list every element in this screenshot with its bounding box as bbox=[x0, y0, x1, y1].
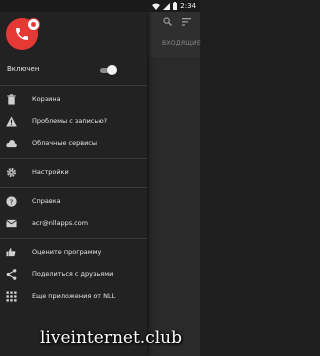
gear-icon bbox=[7, 168, 16, 177]
menu-item-cloud-services[interactable]: Облачные сервисы bbox=[0, 133, 147, 155]
battery-icon bbox=[173, 2, 178, 10]
navigation-drawer: Включен Корзина Проблемы с записью? Обла… bbox=[0, 12, 147, 356]
toggle-label: Включен bbox=[7, 65, 40, 73]
menu-item-label: Поделиться с друзьями bbox=[32, 270, 114, 278]
grid-icon bbox=[6, 291, 17, 302]
drawer-header bbox=[0, 12, 147, 58]
menu-item-settings[interactable]: Настройки bbox=[0, 162, 147, 184]
menu-item-recording-problems[interactable]: Проблемы с записью? bbox=[0, 111, 147, 133]
menu-item-share[interactable]: Поделиться с друзьями bbox=[0, 264, 147, 286]
menu-item-label: acr@nllapps.com bbox=[32, 219, 89, 227]
status-icons: 2:34 bbox=[152, 1, 196, 11]
help-icon: ? bbox=[6, 196, 17, 207]
recording-switch[interactable] bbox=[100, 65, 117, 75]
divider bbox=[0, 158, 147, 159]
recording-toggle-row[interactable]: Включен bbox=[0, 58, 147, 82]
menu-item-label: Настройки bbox=[32, 168, 69, 176]
menu-item-label: Справка bbox=[32, 197, 61, 205]
record-badge-icon bbox=[27, 18, 40, 31]
sort-icon[interactable] bbox=[182, 18, 191, 26]
share-icon bbox=[6, 269, 17, 280]
divider bbox=[0, 85, 147, 86]
menu-item-label: Корзина bbox=[32, 95, 61, 103]
signal-icon bbox=[163, 2, 171, 10]
svg-text:?: ? bbox=[10, 197, 14, 206]
thumbs-icon bbox=[6, 248, 16, 257]
switch-knob bbox=[107, 65, 117, 75]
menu-item-email[interactable]: acr@nllapps.com bbox=[0, 213, 147, 235]
search-icon[interactable] bbox=[163, 17, 172, 26]
app-toolbar bbox=[147, 12, 200, 57]
tab-inbox[interactable]: ВХОДЯЩИЕ bbox=[162, 40, 201, 47]
status-bar: 2:34 bbox=[0, 0, 200, 12]
watermark-text: liveinternet.club bbox=[40, 328, 182, 348]
app-logo bbox=[6, 18, 40, 50]
menu-item-more-apps[interactable]: Еще приложения от NLL bbox=[0, 286, 147, 308]
divider bbox=[0, 187, 147, 188]
status-time: 2:34 bbox=[180, 2, 196, 10]
email-icon bbox=[6, 219, 17, 228]
cloud-icon bbox=[6, 140, 17, 148]
menu-item-trash[interactable]: Корзина bbox=[0, 89, 147, 111]
trash-icon bbox=[7, 94, 16, 105]
menu-item-label: Облачные сервисы bbox=[32, 139, 98, 147]
wifi-icon bbox=[152, 3, 161, 10]
divider bbox=[0, 238, 147, 239]
warning-icon bbox=[6, 116, 17, 127]
menu-item-label: Еще приложения от NLL bbox=[32, 292, 116, 300]
menu-item-rate-app[interactable]: Оцените программу bbox=[0, 242, 147, 264]
menu-item-help[interactable]: ? Справка bbox=[0, 191, 147, 213]
menu-item-label: Проблемы с записью? bbox=[32, 117, 108, 125]
menu-item-label: Оцените программу bbox=[32, 248, 102, 256]
